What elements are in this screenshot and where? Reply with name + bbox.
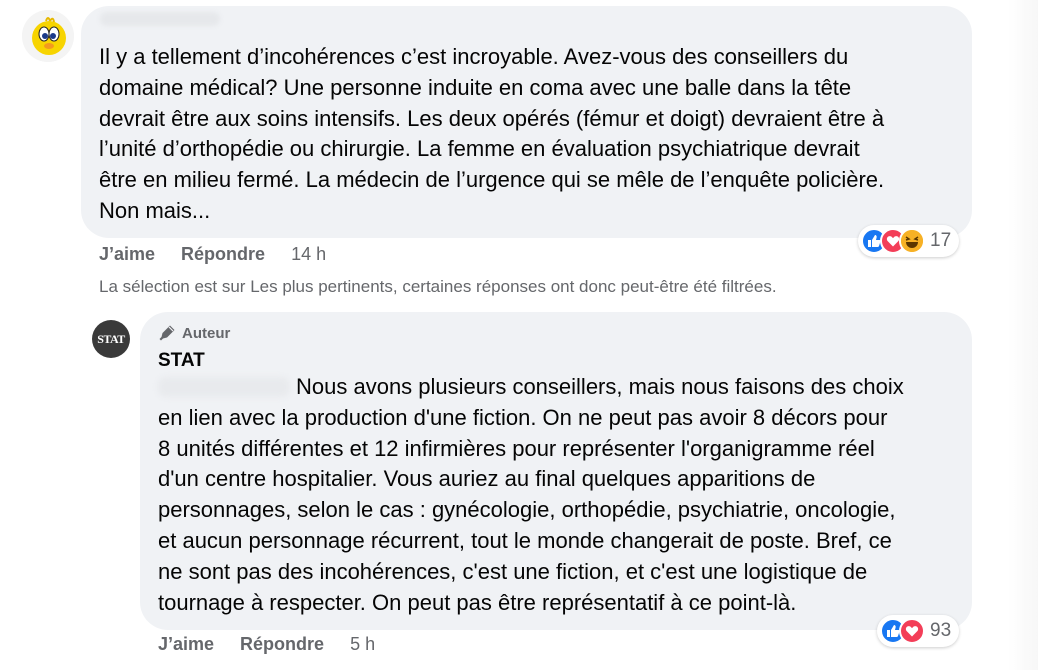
page-edge-shadow	[1008, 0, 1038, 670]
reply-timestamp[interactable]: 5 h	[350, 634, 375, 655]
author-badge: Auteur	[158, 324, 230, 342]
haha-icon	[899, 228, 925, 254]
filter-notice: La sélection est sur Les plus pertinents…	[99, 277, 777, 296]
reaction-count: 93	[930, 620, 952, 641]
tweety-avatar-icon	[22, 10, 74, 62]
reply-button[interactable]: Répondre	[240, 634, 324, 655]
avatar-text: STAT	[97, 331, 125, 346]
microphone-icon	[159, 325, 175, 341]
reply-author-name[interactable]: STAT	[158, 350, 205, 372]
comment-actions: J’aime Répondre 14 h	[99, 244, 352, 265]
love-icon	[899, 618, 925, 644]
reaction-count: 17	[930, 230, 952, 251]
author-badge-label: Auteur	[182, 324, 231, 342]
comment-text: Il y a tellement d’incohérences c’est in…	[99, 44, 885, 223]
reply-actions: J’aime Répondre 5 h	[158, 634, 401, 655]
like-button[interactable]: J’aime	[99, 244, 155, 265]
like-button[interactable]: J’aime	[158, 634, 214, 655]
commenter-avatar[interactable]	[22, 10, 74, 62]
page-avatar[interactable]: STAT	[92, 320, 130, 358]
reply-button[interactable]: Répondre	[181, 244, 265, 265]
reaction-summary[interactable]: 17	[858, 225, 960, 257]
reply-text-content: Nous avons plusieurs conseillers, mais n…	[158, 374, 904, 615]
reply-text: Nous avons plusieurs conseillers, mais n…	[158, 372, 958, 618]
commenter-name-redacted	[100, 12, 220, 26]
reaction-summary[interactable]: 93	[877, 615, 960, 647]
comment-timestamp[interactable]: 14 h	[291, 244, 326, 265]
mention-redacted	[158, 377, 290, 397]
